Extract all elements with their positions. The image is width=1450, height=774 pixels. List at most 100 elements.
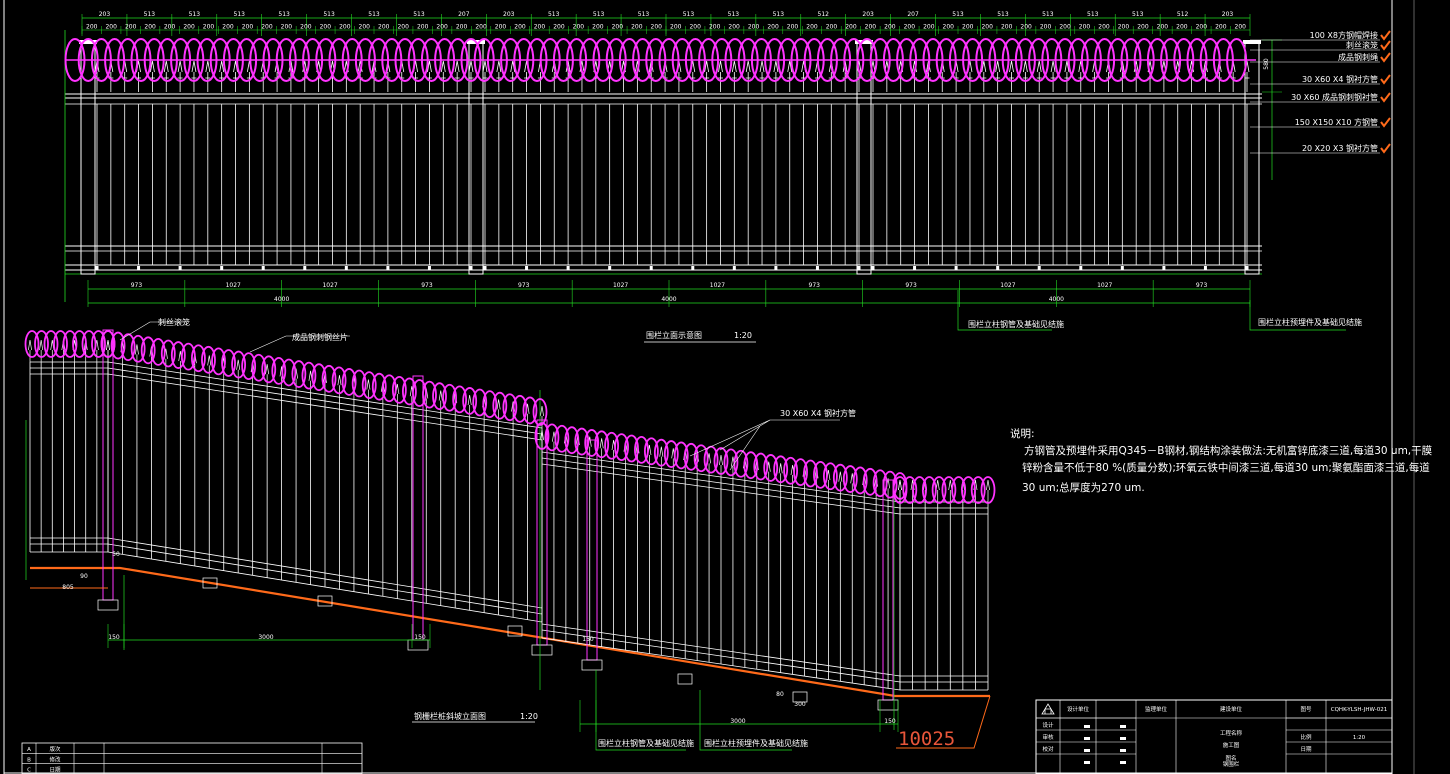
picket-foot [1162, 266, 1166, 270]
slope-spear [236, 359, 241, 382]
dim-text-bottom: 1027 [322, 282, 337, 289]
elevation-note-post-left: 围栏立柱钢管及基础见结施 [968, 319, 1064, 329]
slope-dim-text: 150 [108, 634, 120, 641]
dim-text-bottom: 973 [809, 282, 821, 289]
title-block-cell: 图号 [1300, 705, 1312, 713]
dim-text-bottom: 1027 [1000, 282, 1015, 289]
dim-text-sub: 200 [631, 24, 643, 31]
dim-text-sub: 200 [1059, 24, 1071, 31]
title-block: 设计单位 监理单位 建设单位工程名称 图号 CQHK-YLSH-JHW-021 设计审核校… [1035, 699, 1393, 774]
dim-text-top: 513 [773, 11, 785, 18]
dim-text-sub: 200 [436, 24, 448, 31]
dim-text-sub: 200 [125, 24, 137, 31]
dim-text-top: 207 [907, 11, 919, 18]
leader-slope-post-left [595, 670, 686, 751]
slope-spear [106, 339, 110, 362]
slope-dim-text: 150 [414, 634, 426, 641]
dim-text-sub: 200 [923, 24, 935, 31]
picket-foot [608, 266, 612, 270]
dim-text-sub: 200 [592, 24, 604, 31]
picket-foot [220, 266, 224, 270]
notes-line-1: 方钢管及预埋件采用Q345－B钢材,钢结构涂装做法:无机富锌底漆三道,每道30 … [1024, 444, 1433, 457]
slope-footing [581, 659, 603, 671]
picket-foot [137, 266, 141, 270]
dim-text-top: 513 [323, 11, 335, 18]
dim-text-top: 513 [952, 11, 964, 18]
dim-text-sub: 200 [1079, 24, 1091, 31]
spear-top [1036, 60, 1042, 92]
dim-text-bottom: 1027 [226, 282, 241, 289]
slope-footing [97, 599, 119, 611]
slope-small-dim: 90 [80, 573, 88, 580]
picket-foot [525, 266, 529, 270]
dim-text-sub: 200 [709, 24, 721, 31]
dim-text-sub: 200 [943, 24, 955, 31]
picket-foot [691, 266, 695, 270]
title-block-cell: 施工图 [1223, 741, 1240, 749]
picket-foot [732, 266, 736, 270]
picket-foot [857, 266, 861, 270]
tb-value-mark [1120, 725, 1126, 728]
dim-text-sub: 200 [222, 24, 234, 31]
slope-spear [207, 355, 212, 378]
dim-text-sub: 200 [962, 24, 974, 31]
dim-text-sub: 200 [261, 24, 273, 31]
picket-foot [95, 266, 99, 270]
callout-text: 100 X8方钢帽焊接 [1310, 30, 1378, 40]
revision-table: A 版次 B 修改 C 日期 [21, 742, 363, 774]
dim-text-top: 513 [278, 11, 290, 18]
picket-foot [386, 266, 390, 270]
revision-cell: 日期 [49, 767, 61, 774]
tb-value-mark [1120, 737, 1126, 740]
picket-foot [1037, 266, 1041, 270]
dim-text-bottom: 1027 [613, 282, 628, 289]
title-block-cell: 工程名称 [1220, 729, 1243, 737]
check-icon [1380, 117, 1391, 128]
callout-text: 30 X60 成品钢刺钢衬管 [1291, 92, 1378, 102]
callout-text: 20 X20 X3 钢衬方管 [1302, 143, 1378, 153]
dim-text-sub: 200 [164, 24, 176, 31]
revision-cell: C [27, 768, 31, 774]
slope-total-length: 10025 [898, 728, 955, 750]
slope-footing [407, 639, 429, 651]
spear-top [205, 60, 211, 92]
callout-text: 150 X150 X10 方钢管 [1295, 117, 1378, 127]
title-block-cell: 比例 [1300, 733, 1312, 741]
slope-dim-text: 3000 [730, 718, 745, 725]
dim-text-sub: 200 [397, 24, 409, 31]
dim-text-top: 513 [683, 11, 695, 18]
picket-foot [913, 266, 917, 270]
elevation-scale: 1:20 [734, 331, 752, 340]
dim-text-sub: 200 [1020, 24, 1032, 31]
dim-text-sub: 200 [1196, 24, 1208, 31]
slope-note-post-left: 围栏立柱钢管及基础见结施 [598, 738, 694, 748]
tb-value-mark [1084, 725, 1090, 728]
notes-title: 说明: [1010, 427, 1035, 440]
cad-drawing: 203 513 513 513 513 513 513 513 207 203 513 513 513 5… [3, 0, 1433, 774]
dim-text-top: 203 [503, 11, 515, 18]
dim-text-top: 513 [548, 11, 560, 18]
picket-foot [996, 266, 1000, 270]
spear-top [745, 60, 751, 92]
picket-foot [566, 266, 570, 270]
title-block-cell: 设计单位 [1067, 705, 1090, 713]
dim-text-bottom: 973 [1196, 282, 1208, 289]
notes-line-2: 锌粉含量不低于80 %(质量分数);环氧云铁中间漆三道,每道30 um;聚氨酯面… [1022, 461, 1430, 474]
dim-text-sub: 200 [378, 24, 390, 31]
spear-top [759, 60, 765, 92]
dim-text-top: 512 [818, 11, 830, 18]
picket-foot [954, 266, 958, 270]
dim-text-sub: 200 [1157, 24, 1169, 31]
dim-text-bottom: 973 [518, 282, 530, 289]
dim-text-sub: 200 [1235, 24, 1247, 31]
dim-text-sub: 200 [456, 24, 468, 31]
dim-text-top: 513 [1042, 11, 1054, 18]
check-icon [1380, 74, 1391, 85]
slope-spear [28, 339, 32, 362]
picket-foot [815, 266, 819, 270]
slope-label-tube: 30 X60 X4 钢衬方管 [780, 408, 856, 418]
check-icon [1380, 40, 1391, 51]
slope-small-dim: 50 [112, 551, 120, 558]
dim-text-sub: 200 [1040, 24, 1052, 31]
dim-text-sub: 200 [826, 24, 838, 31]
